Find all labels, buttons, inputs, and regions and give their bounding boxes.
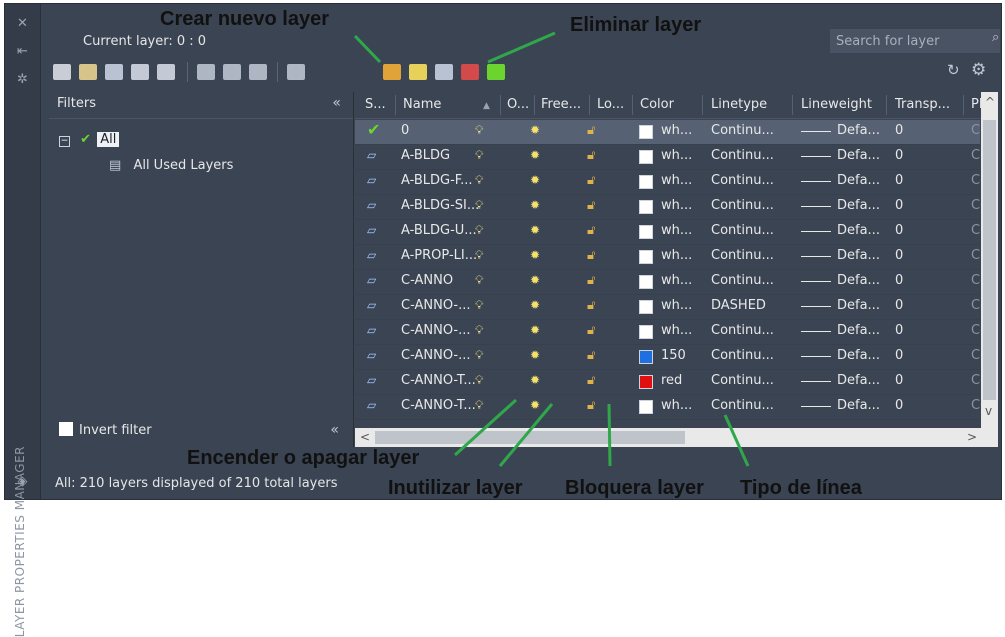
annotation-line (453, 398, 518, 457)
annotation-line (498, 403, 554, 467)
annotation-line (487, 31, 556, 64)
annotation-lock: Bloquera layer (565, 477, 704, 499)
annotation-freeze: Inutilizar layer (388, 477, 523, 499)
annotation-delete-layer: Eliminar layer (570, 14, 702, 36)
annotation-line (607, 403, 612, 467)
annotation-lines (353, 31, 750, 467)
annotation-new-layer: Crear nuevo layer (160, 8, 329, 30)
annotation-linetype: Tipo de línea (740, 477, 862, 499)
annotation-line (723, 414, 750, 467)
annotation-on-off: Encender o apagar layer (187, 447, 420, 469)
annotation-line (353, 34, 382, 64)
